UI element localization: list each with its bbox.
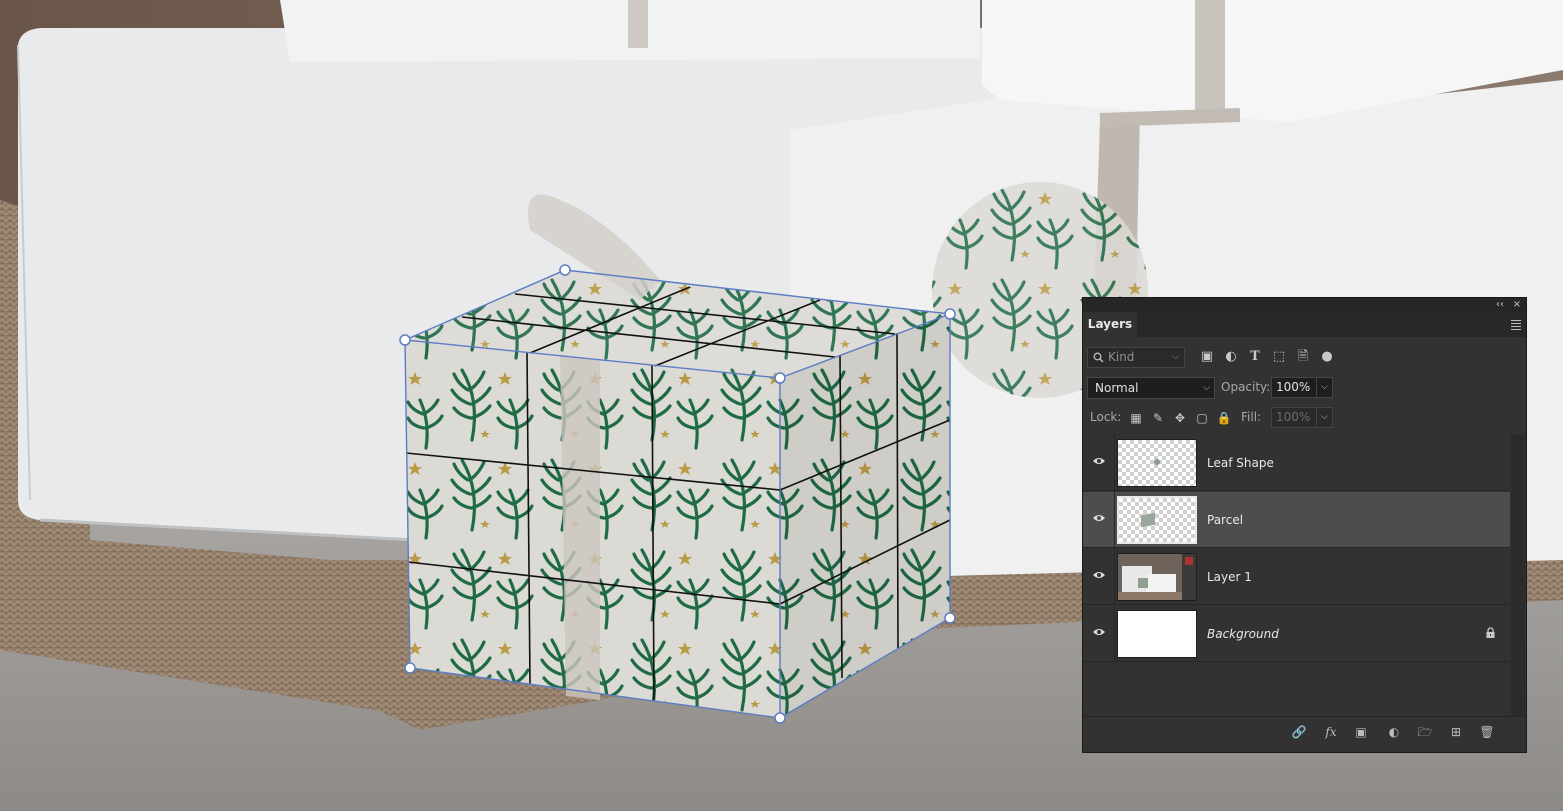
- filter-toggle-icon[interactable]: ●: [1318, 348, 1336, 366]
- collapse-panel-icon[interactable]: ‹‹: [1496, 298, 1504, 312]
- tab-layers[interactable]: Layers: [1083, 312, 1137, 337]
- lock-artboard-icon[interactable]: ▢: [1193, 409, 1211, 427]
- panel-menu-icon[interactable]: [1511, 318, 1521, 330]
- fill-value: 100%: [1276, 410, 1311, 424]
- chevron-down-icon: ⌵: [1172, 352, 1179, 362]
- image-filter-icon[interactable]: ▣: [1198, 348, 1216, 366]
- lock-position-icon[interactable]: ✥: [1171, 409, 1189, 427]
- visibility-eye-icon[interactable]: [1092, 568, 1106, 582]
- opacity-field[interactable]: 100% ⌵: [1271, 377, 1333, 398]
- lock-image-icon[interactable]: ✎: [1149, 409, 1167, 427]
- lock-all-icon[interactable]: 🔒: [1215, 409, 1233, 427]
- visibility-eye-icon[interactable]: [1092, 454, 1106, 468]
- layer-list: Leaf Shape Parcel Layer 1 Background: [1083, 435, 1510, 716]
- layer-list-scrollbar[interactable]: [1511, 435, 1525, 716]
- blend-mode-select[interactable]: Normal ⌵: [1087, 377, 1215, 399]
- lock-icon[interactable]: [1485, 627, 1496, 639]
- fill-field[interactable]: 100% ⌵: [1271, 407, 1333, 428]
- blend-row: Normal ⌵ Opacity: 100% ⌵: [1087, 377, 1517, 399]
- delete-layer-icon[interactable]: 🗑: [1478, 724, 1496, 740]
- close-panel-icon[interactable]: ×: [1513, 298, 1521, 312]
- layer-thumbnail[interactable]: [1117, 496, 1197, 544]
- layer-row-background[interactable]: Background: [1083, 606, 1510, 662]
- adjustment-filter-icon[interactable]: ◐: [1222, 348, 1240, 366]
- smart-object-filter-icon[interactable]: 🗎: [1294, 348, 1312, 366]
- fill-label: Fill:: [1241, 410, 1262, 424]
- layers-bottom-toolbar: 🔗 fx ▣ ◐ 🗁 ⊞ 🗑: [1083, 716, 1526, 747]
- panel-tab-bar: Layers: [1083, 312, 1526, 337]
- visibility-eye-icon[interactable]: [1092, 625, 1106, 639]
- layer-row-layer-1[interactable]: Layer 1: [1083, 549, 1510, 605]
- layer-name[interactable]: Background: [1207, 606, 1279, 662]
- chevron-down-icon[interactable]: ⌵: [1321, 378, 1328, 397]
- layer-name[interactable]: Parcel: [1207, 492, 1243, 548]
- layer-name[interactable]: Layer 1: [1207, 549, 1252, 605]
- opacity-value: 100%: [1276, 380, 1311, 394]
- chevron-down-icon[interactable]: ⌵: [1321, 408, 1328, 427]
- adjustment-layer-icon[interactable]: ◐: [1385, 724, 1403, 740]
- layer-row-leaf-shape[interactable]: Leaf Shape: [1083, 435, 1510, 491]
- layer-thumbnail[interactable]: [1117, 439, 1197, 487]
- fx-icon[interactable]: fx: [1322, 724, 1340, 740]
- layer-name[interactable]: Leaf Shape: [1207, 435, 1274, 491]
- search-icon: [1093, 352, 1104, 363]
- shape-filter-icon[interactable]: ⬚: [1270, 348, 1288, 366]
- visibility-eye-icon[interactable]: [1092, 511, 1106, 525]
- panel-title-strip: ‹‹ ×: [1083, 298, 1526, 312]
- type-filter-icon[interactable]: T: [1246, 348, 1264, 366]
- layer-thumbnail[interactable]: [1117, 553, 1197, 601]
- new-layer-icon[interactable]: ⊞: [1447, 724, 1465, 740]
- blend-mode-value: Normal: [1095, 381, 1139, 395]
- lock-row: Lock: ▦ ✎ ✥ ▢ 🔒 Fill: 100% ⌵: [1087, 407, 1517, 429]
- lock-label: Lock:: [1090, 410, 1122, 424]
- chevron-down-icon: ⌵: [1203, 383, 1210, 393]
- layer-row-parcel[interactable]: Parcel: [1083, 492, 1510, 548]
- layer-filter-row: Kind ⌵ ▣ ◐ T ⬚ 🗎 ●: [1087, 347, 1517, 369]
- kind-filter-select[interactable]: Kind ⌵: [1087, 347, 1185, 368]
- layer-thumbnail[interactable]: [1117, 610, 1197, 658]
- add-mask-icon[interactable]: ▣: [1352, 724, 1370, 740]
- opacity-label: Opacity:: [1221, 380, 1271, 394]
- lock-transparent-icon[interactable]: ▦: [1127, 409, 1145, 427]
- layers-panel: ‹‹ × Layers Kind ⌵ ▣ ◐ T ⬚ 🗎 ● Normal ⌵: [1082, 297, 1527, 753]
- new-group-icon[interactable]: 🗁: [1416, 724, 1434, 740]
- kind-filter-label: Kind: [1108, 350, 1135, 364]
- link-layers-icon[interactable]: 🔗: [1290, 724, 1308, 740]
